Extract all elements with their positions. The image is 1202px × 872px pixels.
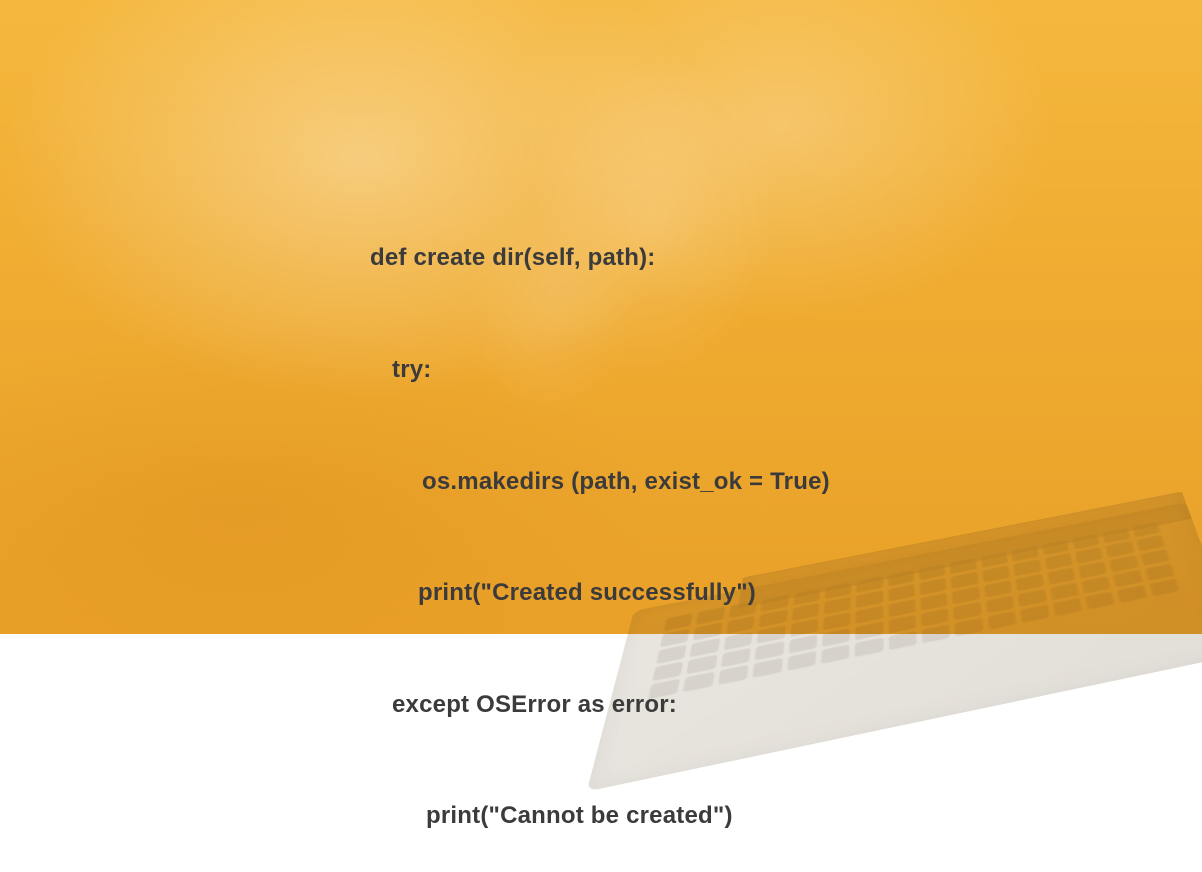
code-line-4: print("Created successfully") xyxy=(370,574,830,611)
code-line-6: print("Cannot be created") xyxy=(370,797,830,834)
code-line-2: try: xyxy=(370,351,830,388)
code-snippet: def create dir(self, path): try: os.make… xyxy=(370,165,830,872)
code-line-1: def create dir(self, path): xyxy=(370,239,830,276)
code-line-5: except OSError as error: xyxy=(370,686,830,723)
code-line-3: os.makedirs (path, exist_ok = True) xyxy=(370,463,830,500)
